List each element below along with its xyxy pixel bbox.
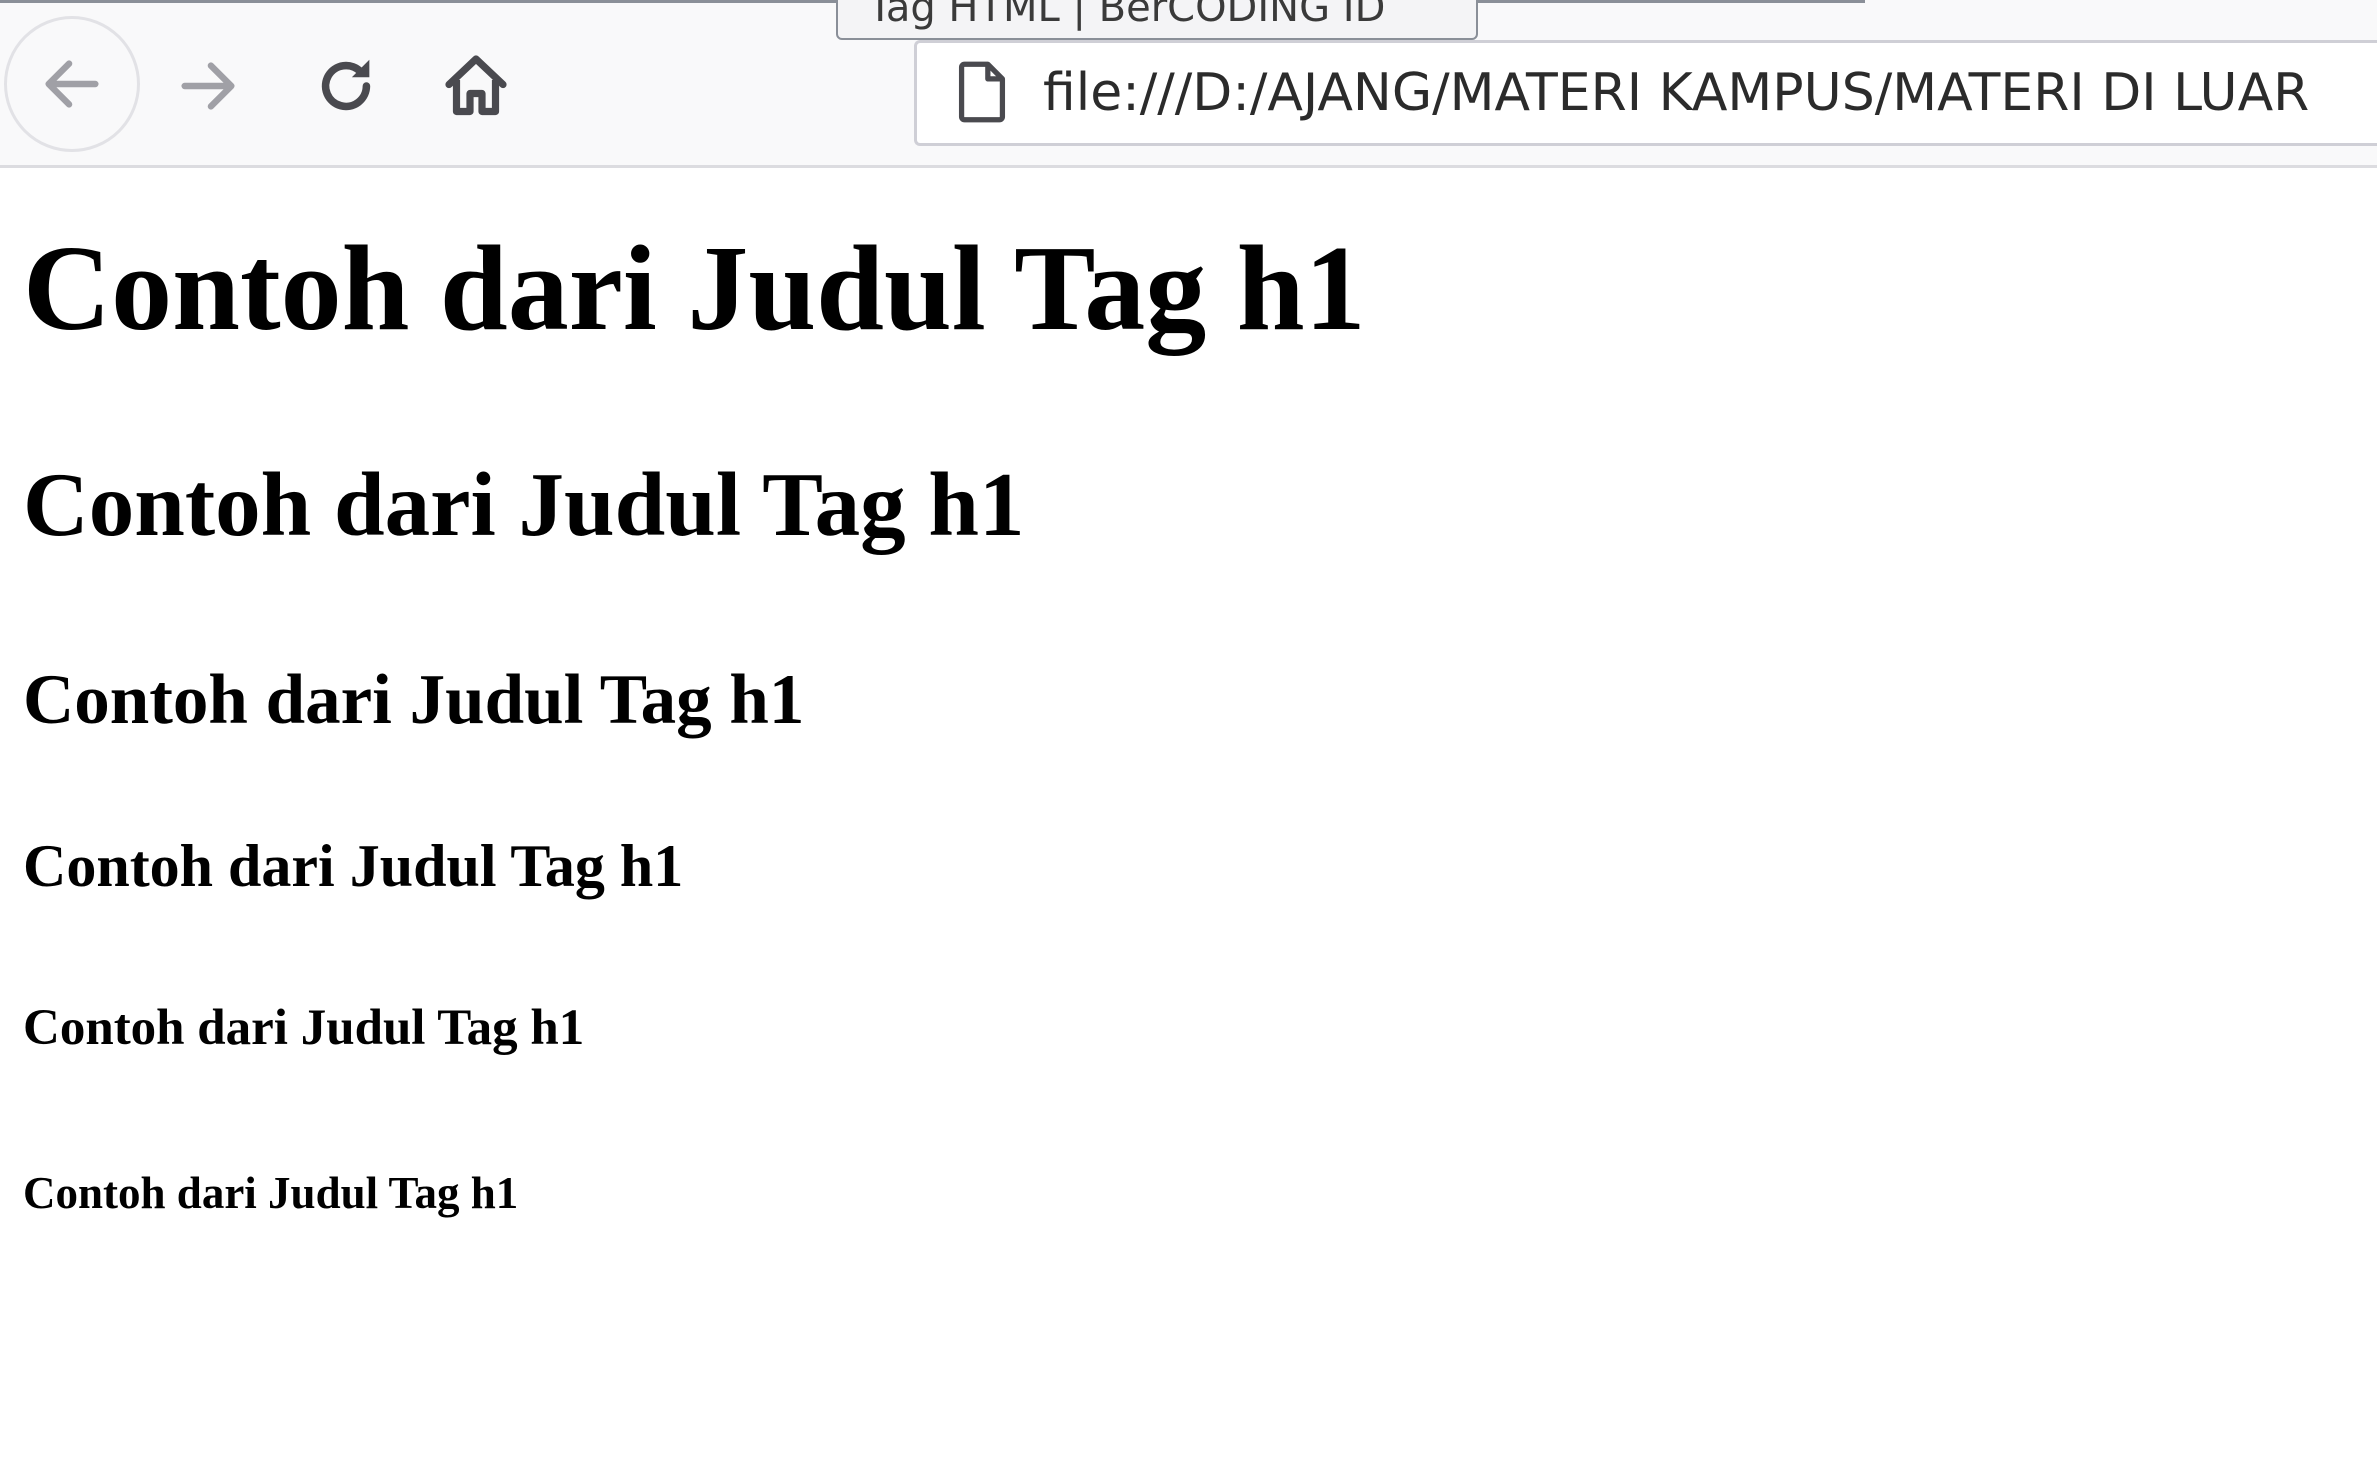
heading-h3: Contoh dari Judul Tag h1: [23, 661, 805, 739]
heading-h2: Contoh dari Judul Tag h1: [23, 454, 1025, 555]
back-arrow-icon: [45, 60, 99, 108]
forward-arrow-icon: [181, 62, 235, 110]
heading-h4: Contoh dari Judul Tag h1: [23, 833, 684, 899]
url-text[interactable]: file:///D:/AJANG/MATERI KAMPUS/MATERI DI…: [1043, 43, 2309, 143]
home-button[interactable]: [430, 40, 522, 132]
heading-h5: Contoh dari Judul Tag h1: [23, 1000, 585, 1056]
reload-button[interactable]: [300, 40, 392, 132]
back-button[interactable]: [4, 16, 140, 152]
browser-toolbar: Tag HTML | BerCODING ID file:///D:/AJANG…: [0, 0, 2377, 168]
address-bar[interactable]: file:///D:/AJANG/MATERI KAMPUS/MATERI DI…: [914, 40, 2377, 146]
tab-title-tooltip: Tag HTML | BerCODING ID: [836, 0, 1478, 40]
browser-window: Tag HTML | BerCODING ID file:///D:/AJANG…: [0, 0, 2377, 1458]
page-icon: [958, 61, 1006, 123]
reload-icon: [321, 59, 371, 111]
heading-h1: Contoh dari Judul Tag h1: [23, 221, 1366, 356]
forward-button[interactable]: [160, 38, 256, 134]
home-icon: [445, 55, 507, 116]
heading-h6: Contoh dari Judul Tag h1: [23, 1168, 519, 1218]
